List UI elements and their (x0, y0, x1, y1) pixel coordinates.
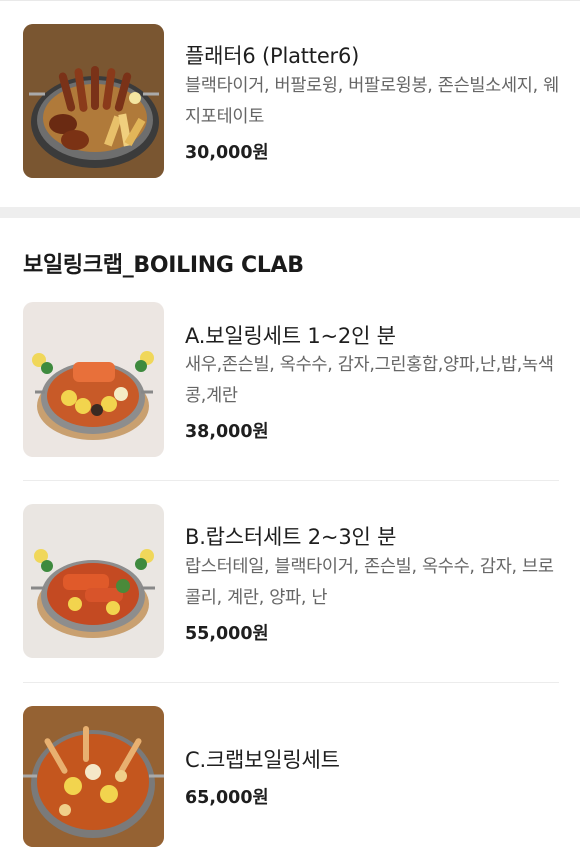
menu-item-platter6[interactable]: 플래터6 (Platter6) 블랙타이거, 버팔로윙, 버팔로윙봉, 존슨빌소… (0, 0, 580, 207)
section-title: 보일링크랩_BOILING CLAB (23, 253, 304, 278)
item-name: B.랍스터세트 2~3인 분 (185, 525, 397, 549)
item-price: 65,000원 (185, 788, 269, 808)
item-separator (23, 682, 559, 683)
boiling-set-photo (23, 302, 164, 457)
lobster-set-photo (23, 504, 164, 658)
item-price: 38,000원 (185, 422, 269, 442)
crab-boiling-set-photo (23, 706, 164, 847)
platter6-photo (23, 24, 164, 178)
item-description: 새우,존슨빌, 옥수수, 감자,그린홍합,양파,난,밥,녹색콩,계란 (185, 355, 554, 406)
menu-item-lobster-set[interactable]: B.랍스터세트 2~3인 분 랍스터테일, 블랙타이거, 존슨빌, 옥수수, 감… (0, 492, 580, 682)
menu-item-boiling-set[interactable]: A.보일링세트 1~2인 분 새우,존슨빌, 옥수수, 감자,그린홍합,양파,난… (0, 290, 580, 480)
item-price: 30,000원 (185, 143, 269, 163)
item-price: 55,000원 (185, 624, 269, 644)
item-name: C.크랩보일링세트 (185, 748, 340, 772)
menu-item-crab-boiling-set[interactable]: C.크랩보일링세트 65,000원 (0, 694, 580, 867)
item-separator (23, 480, 559, 481)
item-description: 랍스터테일, 블랙타이거, 존슨빌, 옥수수, 감자, 브로콜리, 계란, 양파… (185, 557, 554, 608)
item-description: 블랙타이거, 버팔로윙, 버팔로윙봉, 존슨빌소세지, 웨지포테이토 (185, 76, 559, 127)
item-name: 플래터6 (Platter6) (185, 44, 360, 68)
section-gap (0, 207, 580, 218)
item-name: A.보일링세트 1~2인 분 (185, 324, 396, 348)
